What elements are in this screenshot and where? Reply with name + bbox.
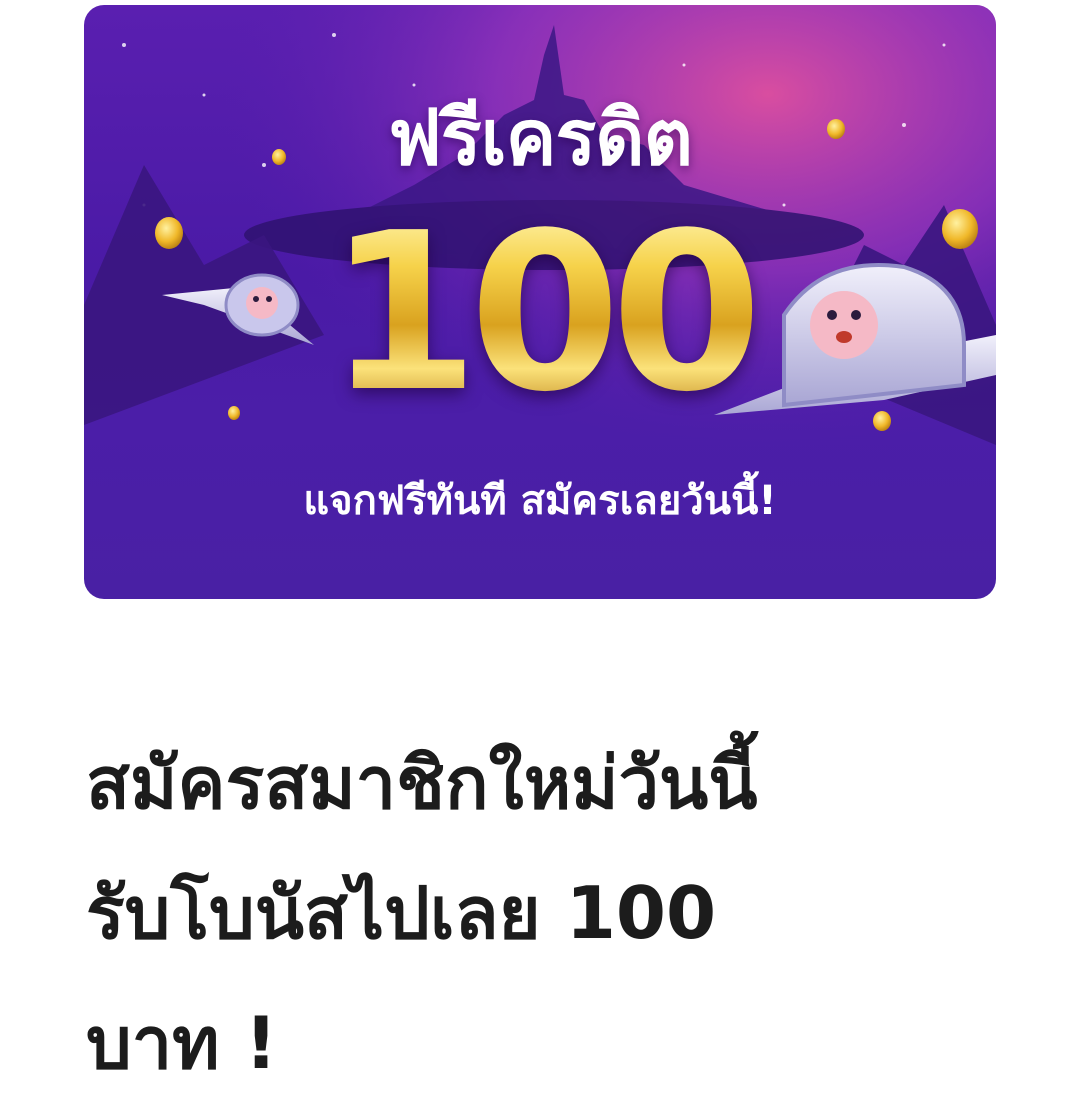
headline: สมัครสมาชิกใหม่วันนี้ รับโบนัสไปเลย 100 … (86, 718, 1046, 1108)
banner-title: ฟรีเครดิต (388, 93, 693, 182)
promo-banner[interactable]: ฟรีเครดิต 100 แจกฟรีทันที สมัครเลยวันนี้… (84, 5, 996, 599)
banner-amount: 100 (84, 205, 996, 423)
headline-line-2: รับโบนัสไปเลย 100 (86, 871, 717, 955)
banner-subtitle: แจกฟรีทันที สมัครเลยวันนี้! (303, 478, 777, 524)
page: ฟรีเครดิต 100 แจกฟรีทันที สมัครเลยวันนี้… (0, 0, 1080, 1116)
headline-line-3: บาท ! (86, 1001, 278, 1085)
headline-line-1: สมัครสมาชิกใหม่วันนี้ (86, 741, 758, 825)
